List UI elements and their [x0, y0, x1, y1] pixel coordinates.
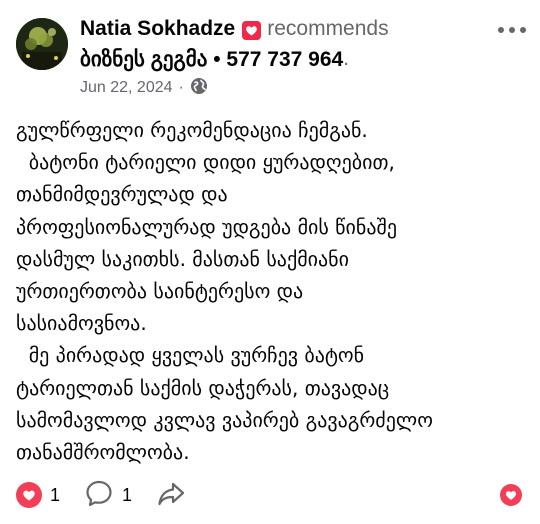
page-trailing-dot: . — [343, 47, 350, 70]
post-line: ტარიელთან საქმის დაჭერას, თავადაც — [16, 375, 390, 400]
meta-separator: · — [178, 79, 184, 96]
globe-icon[interactable] — [190, 77, 208, 100]
share-icon — [156, 478, 186, 512]
react-button[interactable] — [500, 484, 522, 506]
recommends-label: recommends — [267, 17, 389, 40]
post-line: ბატონი ტარიელი დიდი ყურადღებით, — [16, 150, 395, 175]
post-line: სამომავლოდ კვლავ ვაპირებ გავაგრძელო — [16, 407, 433, 432]
heart-icon — [500, 484, 522, 506]
page-name[interactable]: ბიზნეს გეგმა • 577 737 964 — [80, 47, 343, 72]
action-bar: 1 1 — [16, 478, 526, 512]
comment-button[interactable]: 1 — [84, 478, 132, 512]
post-line: პროფესიონალურად უდგება მის წინაშე — [16, 214, 397, 239]
comment-icon — [84, 478, 114, 512]
comments-count: 1 — [122, 484, 133, 505]
post-line: გულწრფელი რეკომენდაცია ჩემგან. — [16, 118, 368, 142]
post-line: სასიამოვნოა. — [16, 311, 147, 336]
reactions-count: 1 — [50, 484, 61, 505]
post-line: თანამშრომლობა. — [16, 440, 190, 465]
recommend-icon — [242, 20, 262, 40]
author-name[interactable]: Natia Sokhadze — [80, 17, 235, 41]
post-meta: Jun 22, 2024 · — [80, 76, 208, 100]
page-line: ბიზნეს გეგმა • 577 737 964. — [80, 44, 349, 74]
share-button[interactable] — [156, 478, 186, 512]
heart-icon — [16, 482, 42, 508]
post-line: თანმიმდევრულად და — [16, 182, 228, 207]
post-line: მე პირადად ყველას ვურჩევ ბატონ — [16, 343, 365, 368]
more-options-icon[interactable] — [498, 18, 526, 42]
post-line: დასმულ საკითხს. მასთან საქმიანი — [16, 246, 349, 271]
post-line: ურთიერთობა საინტერესო და — [16, 279, 304, 304]
avatar[interactable] — [16, 18, 68, 70]
post-date[interactable]: Jun 22, 2024 — [80, 79, 173, 97]
post-header: Natia Sokhadze recommends — [80, 14, 490, 44]
reactions-button[interactable]: 1 — [16, 482, 60, 508]
post-text: გულწრფელი რეკომენდაცია ჩემგან. ბატონი ტა… — [16, 114, 528, 468]
